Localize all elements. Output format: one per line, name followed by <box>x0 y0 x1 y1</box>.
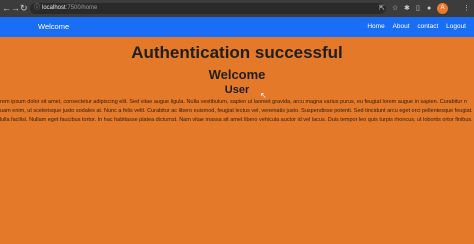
nav-link-contact[interactable]: contact <box>417 23 438 30</box>
info-icon[interactable]: ⓘ <box>34 3 40 14</box>
browser-toolbar: ← → ↻ ⓘ localhost:7500/home ⇱ ☆ ✱ ▯ ● A ⋮ <box>0 0 474 17</box>
nav-link-about[interactable]: About <box>393 23 410 30</box>
address-bar[interactable]: ⓘ localhost:7500/home <box>30 3 386 14</box>
back-icon[interactable]: ← <box>2 2 11 14</box>
app-navbar: Welcome Home About contact Logout <box>0 17 474 37</box>
navbar-links: Home About contact Logout <box>361 17 466 37</box>
share-icon[interactable]: ⇱ <box>379 3 385 14</box>
main-content: Authentication successful Welcome User o… <box>0 37 474 125</box>
url-host: localhost <box>42 5 66 11</box>
nav-link-logout[interactable]: Logout <box>446 23 466 30</box>
profile-sync-icon[interactable]: ● <box>427 3 431 14</box>
extensions-icon[interactable]: ✱ <box>404 3 410 14</box>
bookmark-star-icon[interactable]: ☆ <box>392 3 398 14</box>
welcome-heading: Welcome <box>208 67 266 82</box>
body-paragraph: orem ipsum dolor sit amet, consectetur a… <box>0 99 473 123</box>
navbar-brand[interactable]: Welcome <box>38 17 69 37</box>
url-path: :7500/home <box>65 5 98 11</box>
page-title: Authentication successful <box>131 43 343 62</box>
nav-link-home[interactable]: Home <box>367 23 384 30</box>
avatar[interactable]: A <box>437 3 448 14</box>
forward-icon[interactable]: → <box>11 2 20 14</box>
reload-icon[interactable]: ↻ <box>20 2 28 14</box>
mouse-cursor-icon: ↖ <box>260 91 267 100</box>
side-panel-icon[interactable]: ▯ <box>416 3 420 14</box>
user-heading: User <box>224 84 250 96</box>
menu-icon[interactable]: ⋮ <box>463 3 470 14</box>
